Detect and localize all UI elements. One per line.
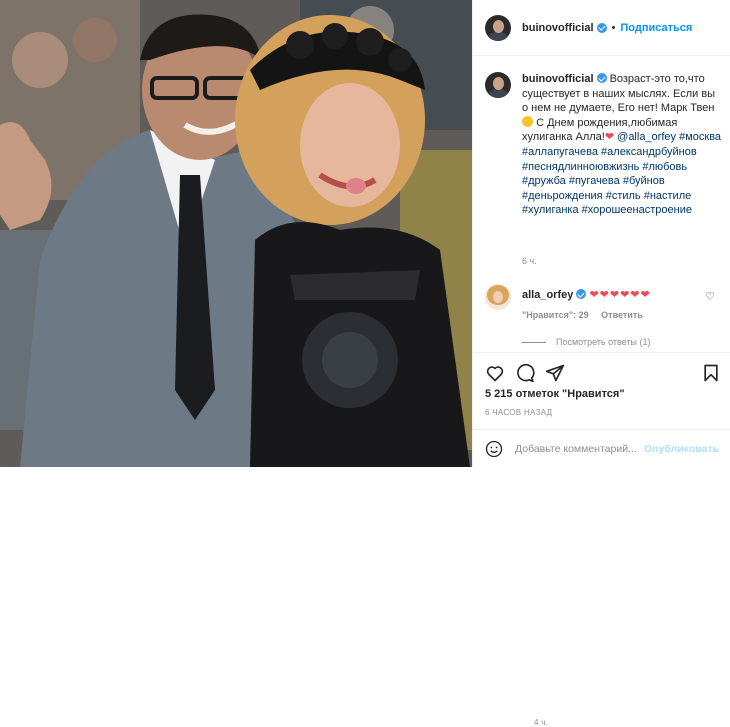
share-icon[interactable] [545,363,565,383]
header-separator: • [611,21,616,34]
caption-mention[interactable]: @alla_orfey [614,131,676,143]
comment-like-heart-icon[interactable]: ♡ [705,290,715,303]
commenter-username[interactable]: alla_orfey [522,289,573,301]
view-replies-button[interactable]: Посмотреть ответы (1) [522,337,651,347]
emoji-icon[interactable] [485,440,503,458]
bookmark-icon[interactable] [701,363,721,383]
comment-likes-count[interactable]: "Нравится": 29 [522,310,589,320]
laughing-emoji-icon [522,115,533,127]
post-timestamp: 6 ЧАСОВ НАЗАД [485,408,553,417]
view-replies-label: Посмотреть ответы (1) [556,337,651,347]
author-username[interactable]: buinovofficial [522,22,594,34]
caption-avatar[interactable] [485,72,511,98]
instagram-post: buinovofficial • Подписаться buinovoffic… [0,0,730,727]
post-actions [473,352,730,392]
comment-time: 4 ч. [534,718,549,727]
post-caption: buinovofficial Возраст-это то,что сущест… [485,72,722,218]
photo-illustration [0,0,472,467]
post-header: buinovofficial • Подписаться [473,0,730,56]
comment-hearts: ❤❤❤❤❤❤ [589,289,651,301]
follow-button[interactable]: Подписаться [620,22,692,34]
author-avatar[interactable] [485,14,511,41]
verified-badge-icon [596,73,607,83]
caption-hashtags[interactable]: #москва #аллапугачева #александрбуйнов #… [522,131,721,216]
add-comment-bar: Опубликовать [473,429,730,467]
post-photo[interactable] [0,0,472,467]
publish-button[interactable]: Опубликовать [644,443,719,455]
caption-text: buinovofficial Возраст-это то,что сущест… [522,72,722,218]
heart-icon[interactable] [485,363,505,383]
comment-icon[interactable] [515,363,535,383]
red-heart-emoji-icon: ❤ [604,131,615,144]
post-side-panel: buinovofficial • Подписаться buinovoffic… [472,0,730,727]
likes-count[interactable]: 5 215 отметок "Нравится" [485,388,625,400]
commenter-avatar[interactable] [485,284,511,310]
comment-input[interactable] [515,442,640,455]
caption-username[interactable]: buinovofficial [522,73,594,85]
comments-section: buinovofficial Возраст-это то,что сущест… [473,56,730,727]
verified-badge-icon [576,289,587,299]
verified-badge-icon [596,22,607,33]
comment-meta: 4 ч. "Нравится": 29 Ответить [522,310,653,727]
comment-text: alla_orfey ❤❤❤❤❤❤ [522,284,651,310]
comment-item: alla_orfey ❤❤❤❤❤❤ ♡ [485,284,725,310]
replies-divider [522,341,546,343]
comment-reply-button[interactable]: Ответить [601,310,643,320]
caption-time: 6 ч. [522,256,537,266]
